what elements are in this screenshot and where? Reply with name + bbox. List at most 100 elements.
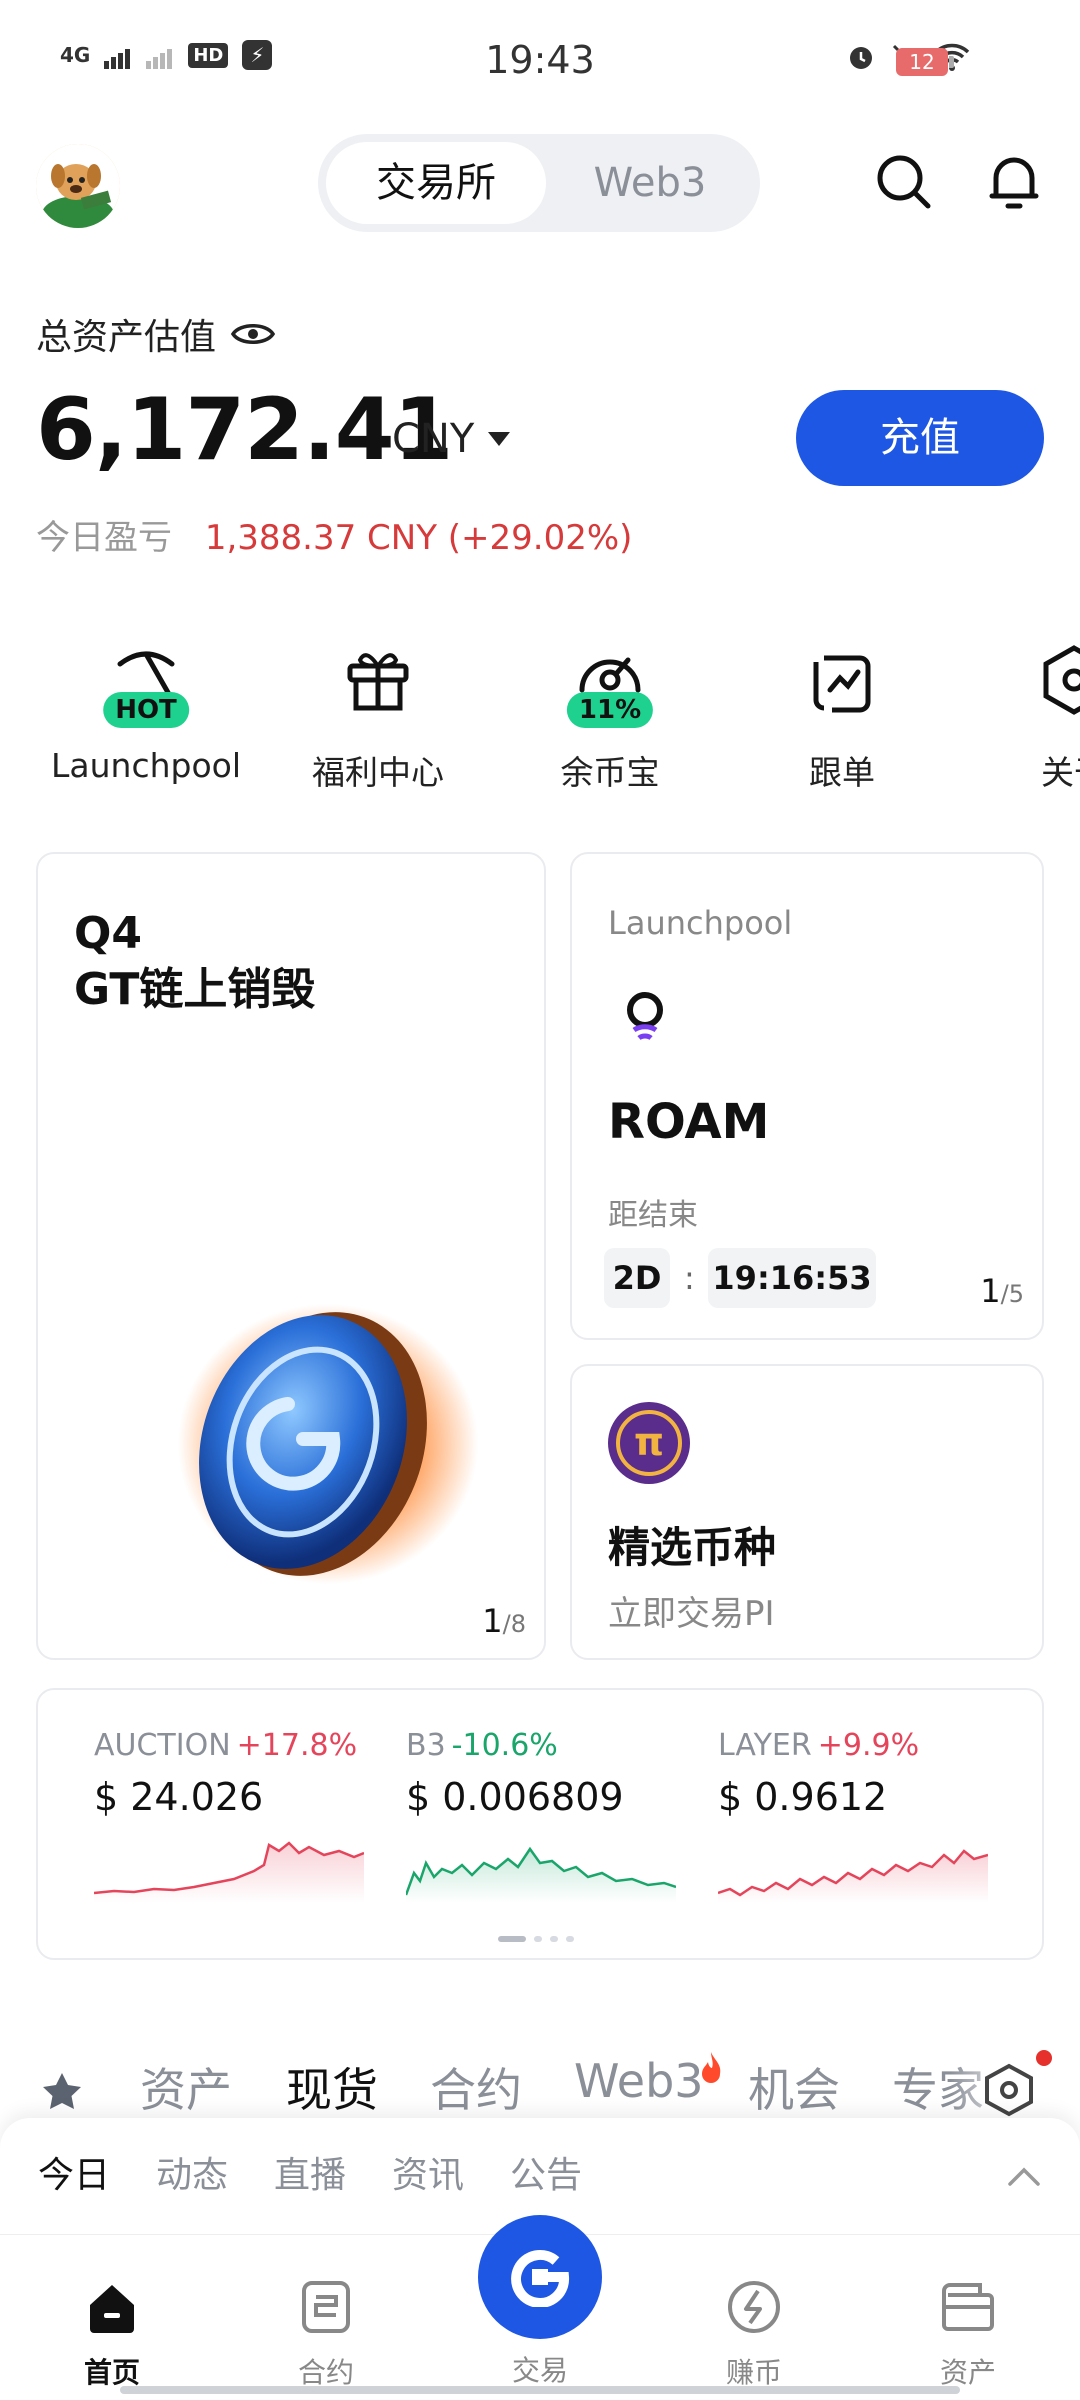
launchpool-total: /5: [1000, 1280, 1024, 1308]
featured-title: 精选币种: [608, 1523, 777, 1572]
notification-dot: [1036, 2050, 1052, 2066]
ends-label: 距结束: [608, 1198, 698, 1233]
home-indicator: [120, 2386, 960, 2394]
total-assets-value: 6,172.41: [36, 380, 453, 480]
pi-logo-glyph: π: [633, 1420, 665, 1464]
today-pnl: 今日盈亏 1,388.37 CNY (+29.02%): [36, 510, 632, 559]
launchpool-card[interactable]: Launchpool ROAM 距结束 2D : 19:16:53 1/5: [570, 852, 1044, 1340]
sparkline-chart: [93, 1841, 365, 1903]
launchpool-label: Launchpool: [608, 904, 793, 942]
promo-total: /8: [502, 1610, 526, 1638]
pnl-label: 今日盈亏: [36, 518, 172, 558]
gate-logo-icon: [511, 2249, 570, 2307]
apr-badge: 11%: [566, 692, 654, 728]
bottom-nav: 首页 合约 交易 赚币 资产: [0, 2215, 1080, 2400]
eye-icon[interactable]: [230, 319, 276, 349]
featured-subtitle: 立即交易PI: [608, 1594, 775, 1634]
search-icon[interactable]: [872, 150, 936, 214]
quick-launchpool[interactable]: HOT Launchpool: [36, 640, 256, 785]
ticker-item[interactable]: AUCTION +17.8% $ 24.026: [93, 1728, 394, 1907]
ticker-change: -10.6%: [451, 1728, 558, 1763]
tab-exchange[interactable]: 交易所: [326, 142, 546, 224]
assets-label: 总资产估值: [36, 317, 217, 358]
quick-savings[interactable]: 11% 余币宝: [500, 640, 720, 794]
quick-label: 跟单: [809, 753, 875, 792]
promo-page: 1: [482, 1602, 503, 1640]
earn-icon: [728, 2281, 780, 2333]
ticker-card[interactable]: AUCTION +17.8% $ 24.026 B3 -10.6% $ 0.0068…: [36, 1688, 1044, 1960]
ticker-item[interactable]: LAYER +9.9% $ 0.9612: [717, 1728, 1018, 1907]
nav-trade[interactable]: 交易: [450, 2215, 630, 2389]
quick-welfare-center[interactable]: 福利中心: [268, 640, 488, 794]
tab-web3[interactable]: Web3: [548, 142, 752, 224]
chevron-down-icon[interactable]: [488, 432, 510, 446]
promo-pager: 1/8: [482, 1602, 526, 1640]
bell-icon[interactable]: [982, 150, 1046, 214]
ticker-price: $ 0.006809: [406, 1775, 624, 1819]
dog-avatar-icon: [36, 144, 120, 228]
tab-spot[interactable]: 现货: [286, 2054, 378, 2120]
quick-about[interactable]: 关于: [964, 640, 1080, 794]
feed-tab-activity[interactable]: 动态: [156, 2146, 228, 2198]
nav-earn[interactable]: 赚币: [664, 2235, 844, 2391]
star-icon[interactable]: [40, 2070, 84, 2114]
token-name: ROAM: [608, 1094, 770, 1150]
battery-tip: [949, 56, 954, 68]
countdown-days: 2D: [604, 1248, 670, 1308]
promo-title-line1: Q4: [74, 908, 143, 959]
roam-logo-icon: [627, 992, 663, 1041]
ticker-pager-dots: [498, 1936, 574, 1942]
nav-label: 赚币: [725, 2356, 782, 2389]
sparkline-chart: [717, 1849, 989, 1903]
exchange-web3-switch: 交易所 Web3: [318, 134, 760, 232]
home-icon: [90, 2285, 134, 2333]
tab-web3[interactable]: Web3: [574, 2054, 704, 2108]
deposit-button[interactable]: 充值: [796, 390, 1044, 486]
avatar[interactable]: [36, 144, 120, 228]
sparkline-chart: [404, 1846, 677, 1903]
quick-label: 余币宝: [560, 753, 660, 792]
hot-badge: HOT: [103, 692, 189, 728]
chevron-up-icon[interactable]: [1006, 2164, 1042, 2188]
ticker-symbol: AUCTION: [94, 1728, 231, 1763]
feed-tab-live[interactable]: 直播: [274, 2146, 346, 2198]
battery-icon: 12: [896, 48, 948, 76]
nav-home[interactable]: 首页: [22, 2235, 202, 2391]
ticker-price: $ 24.026: [94, 1775, 264, 1819]
tab-opportunities[interactable]: 机会: [748, 2054, 840, 2120]
status-bar: 4G HD ⚡ 19:43 12: [0, 0, 1080, 124]
ticker-symbol: LAYER: [718, 1728, 812, 1763]
header: 交易所 Web3: [0, 124, 1080, 244]
feed-tab-announcements[interactable]: 公告: [510, 2146, 582, 2198]
nav-assets[interactable]: 资产: [878, 2235, 1058, 2391]
feed-tab-today[interactable]: 今日: [38, 2146, 110, 2198]
promo-card[interactable]: Q4 GT链上销毁 1/8: [36, 852, 546, 1660]
settings-hex-icon[interactable]: [978, 2062, 1040, 2118]
quick-label: Launchpool: [51, 746, 241, 785]
ticker-change: +17.8%: [236, 1728, 358, 1763]
quick-actions: HOT Launchpool 福利中心 11% 余币宝 跟单 关: [0, 640, 1080, 800]
pi-logo-icon: π: [608, 1402, 690, 1484]
about-icon: [1043, 645, 1080, 715]
gift-icon: [347, 653, 409, 711]
tab-assets[interactable]: 资产: [140, 2054, 232, 2120]
launchpool-page: 1: [980, 1272, 1001, 1310]
ticker-change: +9.9%: [817, 1728, 920, 1763]
tab-futures[interactable]: 合约: [430, 2054, 522, 2120]
nav-label: 资产: [939, 2356, 996, 2389]
feed-tab-news[interactable]: 资讯: [392, 2146, 464, 2198]
nav-label: 合约: [297, 2356, 354, 2389]
quick-label: 关于: [1041, 753, 1080, 792]
promo-title-line2: GT链上销毁: [74, 964, 316, 1015]
ticker-item[interactable]: B3 -10.6% $ 0.006809: [404, 1728, 706, 1907]
nav-futures[interactable]: 合约: [236, 2235, 416, 2391]
ticker-price: $ 0.9612: [718, 1775, 888, 1819]
currency-unit[interactable]: CNY: [392, 416, 474, 462]
trade-button[interactable]: [478, 2215, 602, 2339]
gt-coin-image: [178, 1304, 478, 1584]
futures-icon: [302, 2281, 350, 2333]
copy-trade-icon: [813, 655, 871, 713]
quick-copy-trading[interactable]: 跟单: [732, 640, 952, 794]
featured-coin-card[interactable]: π 精选币种 立即交易PI: [570, 1364, 1044, 1660]
countdown-sep: :: [684, 1259, 695, 1297]
